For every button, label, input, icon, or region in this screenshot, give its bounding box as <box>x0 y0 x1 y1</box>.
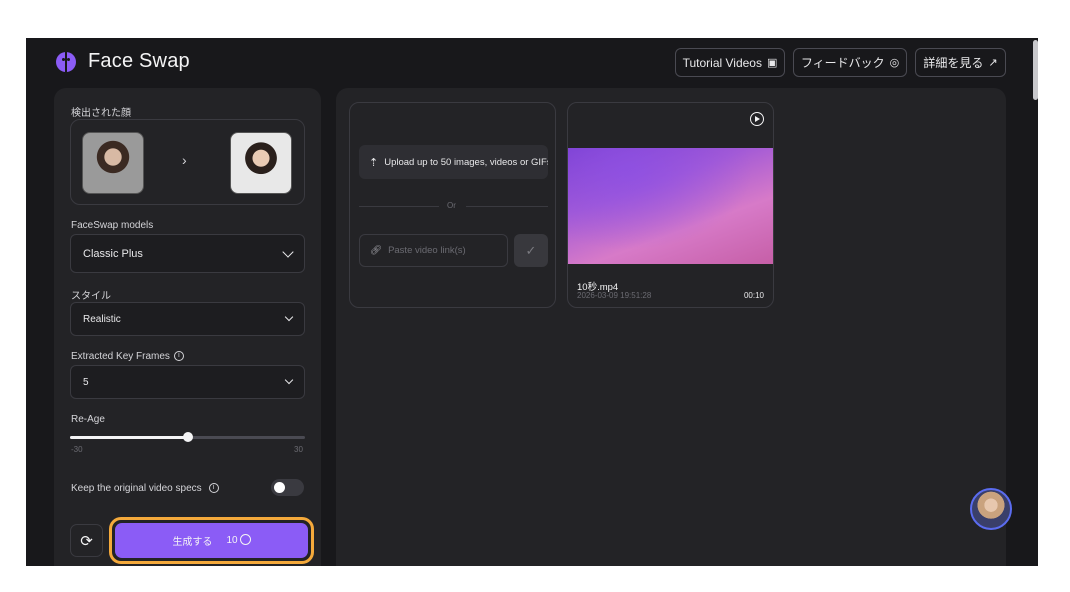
or-label: Or <box>447 201 456 210</box>
details-label: 詳細を見る <box>923 56 984 70</box>
models-value: Classic Plus <box>83 248 143 260</box>
models-select[interactable]: Classic Plus <box>70 234 305 273</box>
keep-specs-toggle[interactable] <box>271 479 304 496</box>
assistant-avatar[interactable] <box>970 488 1012 530</box>
keyframes-label-row: Extracted Key Frames i <box>71 351 184 362</box>
reage-min-label: -30 <box>71 445 83 454</box>
reage-max-label: 30 <box>294 445 303 454</box>
refresh-icon: ⟳ <box>80 532 93 550</box>
feedback-button[interactable]: フィードバック ◎ <box>793 48 907 77</box>
generate-button-highlight: 生成する 10 <box>109 517 314 564</box>
keep-specs-label-row: Keep the original video specs i <box>71 483 219 494</box>
generate-label: 生成する <box>172 537 213 548</box>
style-select[interactable]: Realistic <box>70 302 305 336</box>
arrow-up-right-icon: ↗ <box>988 57 998 69</box>
feedback-label: フィードバック <box>800 56 885 70</box>
submit-link-button[interactable]: ✓ <box>514 234 548 267</box>
link-icon: 🔗︎ <box>370 245 383 256</box>
settings-panel: 検出された顔 › FaceSwap models Classic Plus スタ… <box>54 88 321 566</box>
keep-specs-label: Keep the original video specs <box>71 483 202 494</box>
chevron-right-icon: › <box>182 152 187 168</box>
detected-faces-box: › <box>70 119 305 205</box>
info-icon[interactable]: i <box>208 483 219 494</box>
chevron-down-icon <box>284 375 294 385</box>
keyframes-label: Extracted Key Frames <box>71 351 170 362</box>
video-date: 2026-03-09 19:51:28 <box>577 291 652 300</box>
app-title: Face Swap <box>88 50 190 72</box>
play-icon[interactable] <box>750 112 764 126</box>
generate-cost-row: 10 <box>226 533 251 547</box>
divider-right <box>466 206 548 207</box>
details-button[interactable]: 詳細を見る ↗ <box>915 48 1006 77</box>
video-link-placeholder: Paste video link(s) <box>388 245 466 256</box>
coin-icon <box>239 533 251 545</box>
generate-button[interactable]: 生成する 10 <box>115 523 308 558</box>
source-face-thumbnail[interactable] <box>82 132 144 194</box>
generate-cost: 10 <box>226 535 238 547</box>
style-value: Realistic <box>83 314 121 325</box>
models-label: FaceSwap models <box>71 220 154 231</box>
detected-faces-label: 検出された顔 <box>71 108 131 119</box>
target-face-thumbnail[interactable] <box>230 132 292 194</box>
reage-label: Re-Age <box>71 414 105 425</box>
chat-icon: ◎ <box>889 57 900 69</box>
tutorial-videos-label: Tutorial Videos <box>682 55 762 70</box>
tutorial-videos-button[interactable]: Tutorial Videos ▣ <box>675 48 785 77</box>
style-label: スタイル <box>71 291 111 302</box>
check-icon: ✓ <box>525 242 537 258</box>
video-card[interactable]: 10秒.mp4 2026-03-09 19:51:28 00:10 <box>567 102 774 308</box>
refresh-button[interactable]: ⟳ <box>70 524 103 557</box>
face-swap-logo-icon <box>56 52 76 72</box>
screen: Face Swap Tutorial Videos ▣ フィードバック ◎ 詳細… <box>0 0 1070 592</box>
video-duration: 00:10 <box>743 291 764 300</box>
info-icon[interactable]: i <box>173 351 184 362</box>
upload-icon: ⇡ <box>369 156 379 169</box>
divider-left <box>359 206 439 207</box>
chevron-down-icon <box>284 312 294 322</box>
video-icon: ▣ <box>766 57 778 69</box>
keyframes-value: 5 <box>83 377 89 388</box>
upload-label: Upload up to 50 images, videos or GIFs <box>384 156 548 168</box>
reage-slider-thumb[interactable] <box>182 432 193 442</box>
upload-button[interactable]: ⇡ Upload up to 50 images, videos or GIFs <box>359 145 548 179</box>
keyframes-select[interactable]: 5 <box>70 365 305 399</box>
reage-slider-fill <box>70 436 188 439</box>
face-swap-app: Face Swap Tutorial Videos ▣ フィードバック ◎ 詳細… <box>26 38 1038 566</box>
video-link-input[interactable]: 🔗︎ Paste video link(s) <box>359 234 508 267</box>
media-panel: ⇡ Upload up to 50 images, videos or GIFs… <box>336 88 1006 566</box>
chevron-down-icon <box>282 246 294 258</box>
page-scrollbar[interactable] <box>1033 40 1038 100</box>
toggle-knob <box>274 482 285 493</box>
reage-slider[interactable] <box>70 432 305 442</box>
video-thumbnail[interactable] <box>568 148 773 264</box>
upload-card: ⇡ Upload up to 50 images, videos or GIFs… <box>349 102 556 308</box>
